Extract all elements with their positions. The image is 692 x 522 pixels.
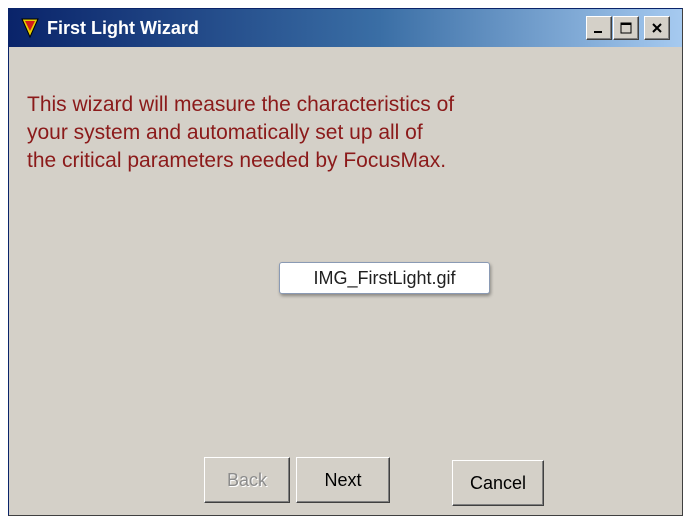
maximize-button[interactable] [613, 16, 639, 40]
back-button[interactable]: Back [204, 457, 290, 503]
intro-line: your system and automatically set up all… [27, 121, 423, 144]
image-placeholder-tooltip: IMG_FirstLight.gif [279, 262, 490, 294]
maximize-icon [620, 22, 632, 34]
window-title: First Light Wizard [47, 18, 199, 38]
intro-line: This wizard will measure the characteris… [27, 93, 455, 116]
close-button[interactable] [644, 16, 670, 40]
wizard-window: First Light Wizard This wizard will meas… [8, 8, 683, 516]
next-button[interactable]: Next [296, 457, 390, 503]
close-icon [652, 23, 662, 33]
focusmax-app-icon [21, 18, 39, 39]
title-bar[interactable]: First Light Wizard [9, 9, 682, 47]
minimize-button[interactable] [586, 16, 612, 40]
cancel-button[interactable]: Cancel [452, 460, 544, 506]
minimize-icon [594, 31, 602, 33]
intro-description: This wizard will measure the characteris… [27, 91, 587, 175]
intro-line: the critical parameters needed by FocusM… [27, 149, 447, 172]
